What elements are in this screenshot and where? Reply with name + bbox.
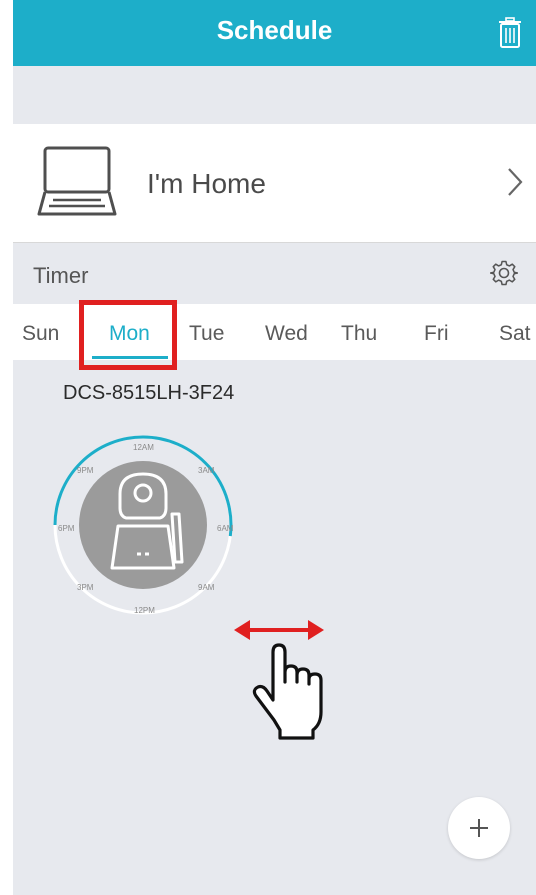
dial-label-6pm: 6PM xyxy=(58,524,75,533)
device-name: DCS-8515LH-3F24 xyxy=(63,382,235,404)
tab-sat[interactable]: Sat xyxy=(499,322,531,346)
page-title: Schedule xyxy=(216,15,333,45)
add-schedule-button[interactable] xyxy=(448,797,510,859)
dial-label-9am: 9AM xyxy=(198,583,215,592)
laptop-icon xyxy=(37,146,117,216)
dial-label-9pm: 9PM xyxy=(77,466,94,475)
timer-label: Timer xyxy=(33,263,89,288)
tab-wed[interactable]: Wed xyxy=(265,322,308,346)
dial-label-3am: 3AM xyxy=(198,466,215,475)
profile-label: I'm Home xyxy=(147,168,266,199)
tab-fri[interactable]: Fri xyxy=(424,322,449,346)
plus-icon xyxy=(470,819,488,837)
dial-label-12pm: 12PM xyxy=(134,606,155,615)
header-bar: Schedule xyxy=(13,0,536,66)
profile-row[interactable]: I'm Home xyxy=(13,124,536,242)
timer-section: Timer xyxy=(13,242,536,304)
swipe-gesture-hint xyxy=(234,620,324,740)
dial-label-3pm: 3PM xyxy=(77,583,94,592)
dial-label-6am: 6AM xyxy=(217,524,234,533)
trash-icon[interactable] xyxy=(497,17,523,49)
tab-sun[interactable]: Sun xyxy=(22,322,59,346)
tab-thu[interactable]: Thu xyxy=(341,322,377,346)
double-arrow-icon xyxy=(234,620,324,640)
schedule-dial[interactable]: 12AM 3AM 6AM 9AM 12PM 3PM 6PM 9PM xyxy=(48,430,238,620)
chevron-right-icon xyxy=(508,168,523,196)
pointing-hand-icon xyxy=(252,643,323,740)
schedule-screen: Schedule I'm Home Timer Sun Mon Tue Wed … xyxy=(13,0,536,895)
highlight-box xyxy=(79,300,177,370)
dial-label-12am: 12AM xyxy=(133,443,154,452)
tab-tue[interactable]: Tue xyxy=(189,322,224,346)
gear-icon[interactable] xyxy=(490,259,518,287)
